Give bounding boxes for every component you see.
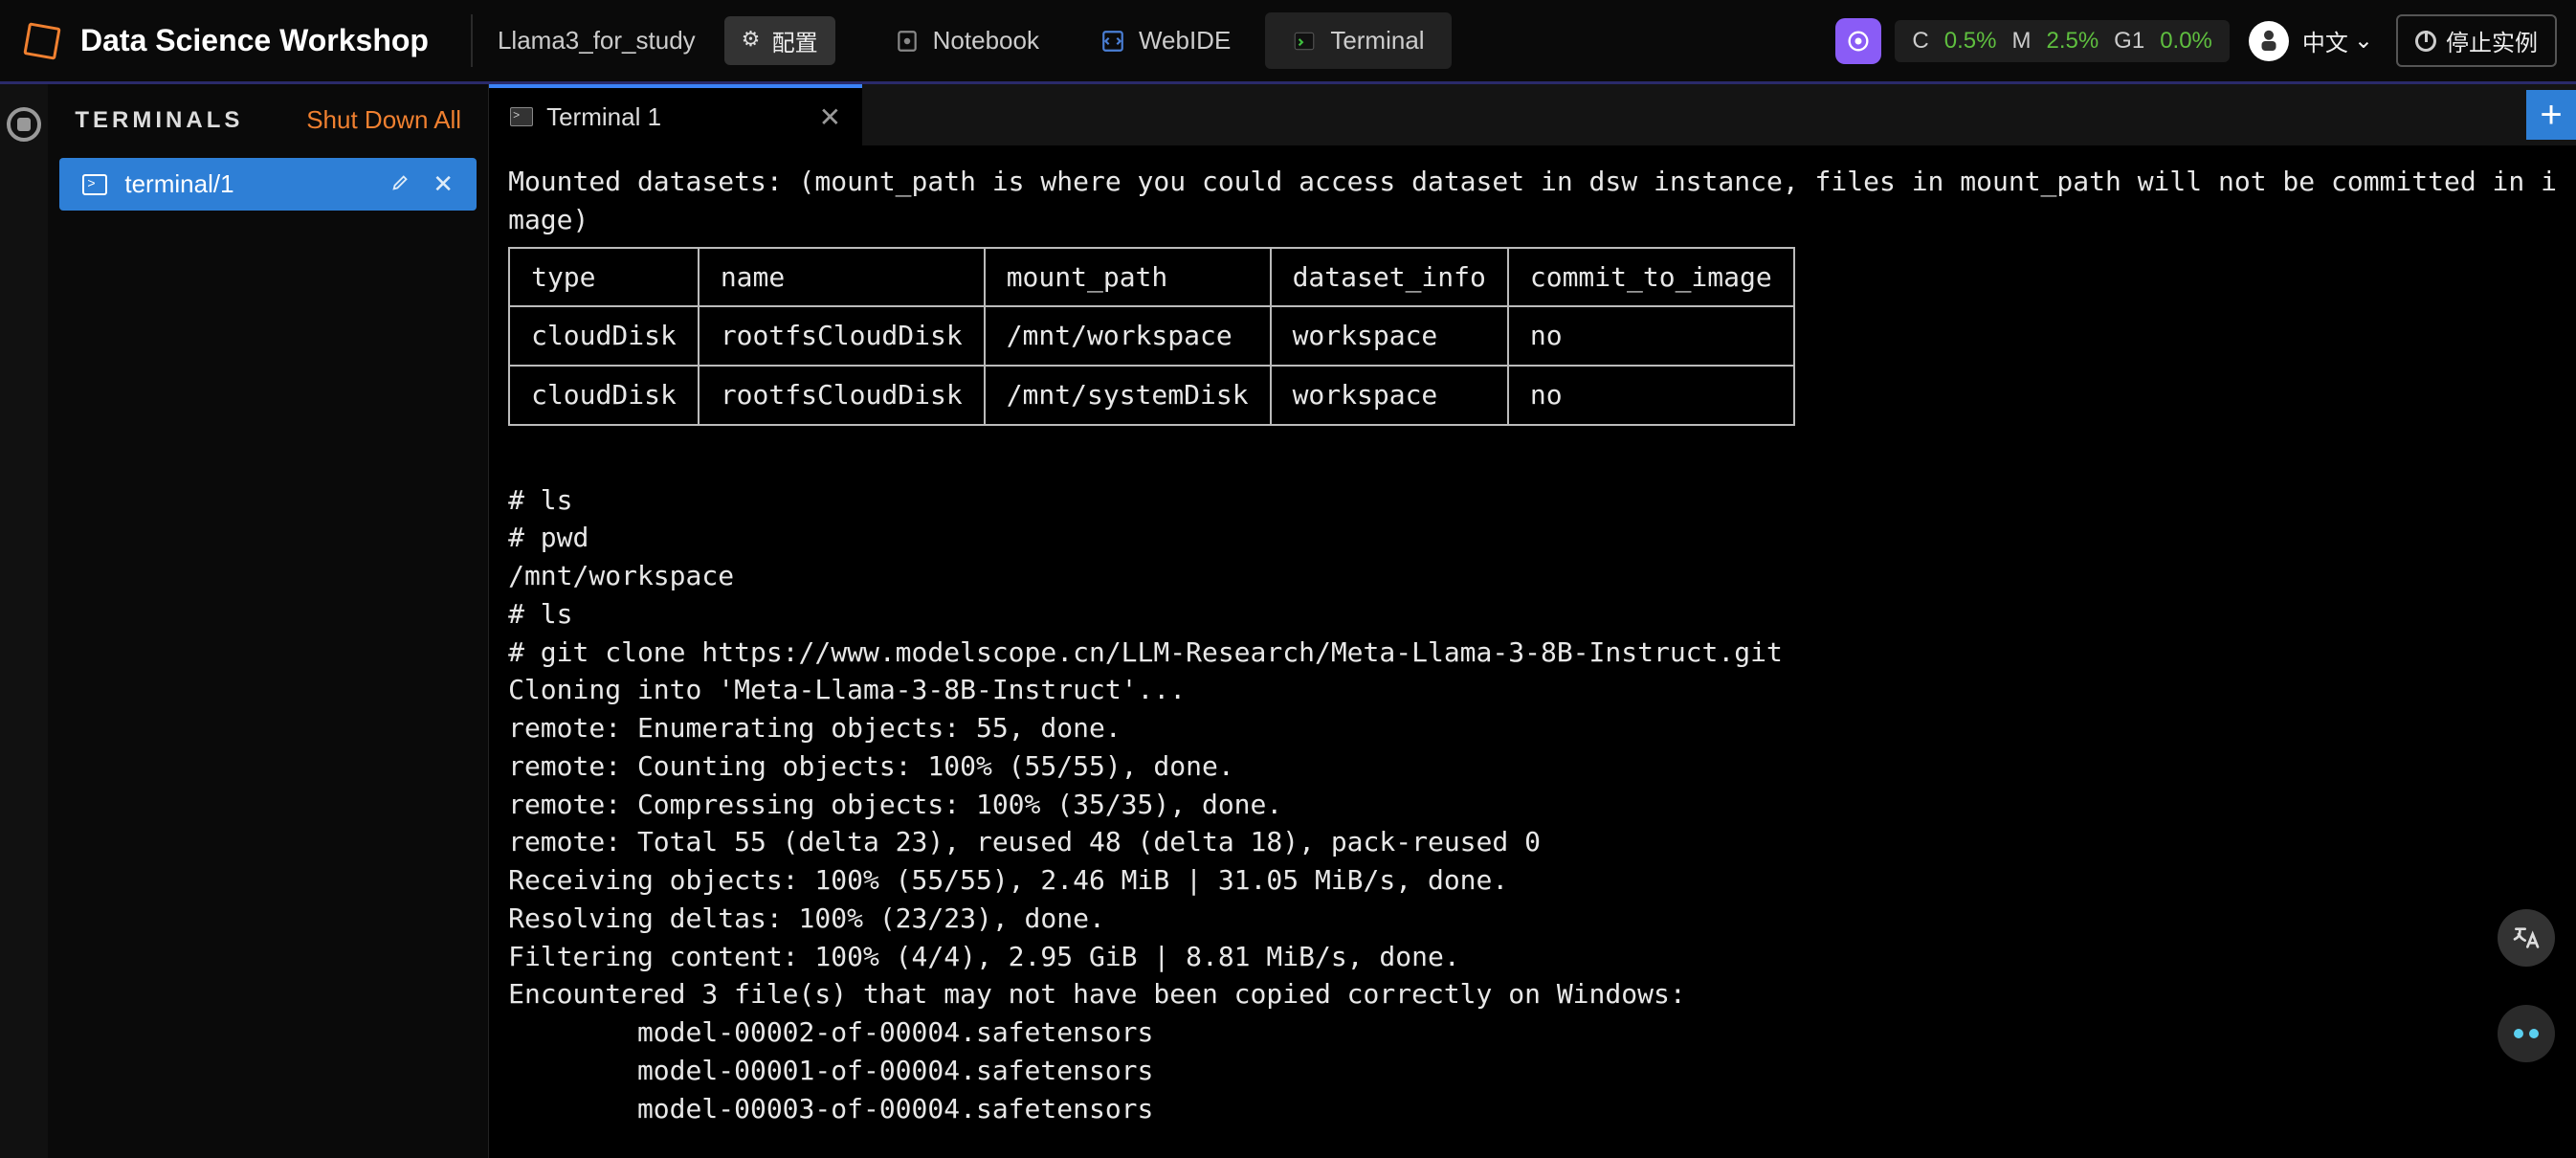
table-cell: workspace bbox=[1271, 306, 1508, 366]
language-label: 中文 bbox=[2302, 24, 2348, 57]
terminal-line: Cloning into 'Meta-Llama-3-8B-Instruct'.… bbox=[508, 671, 2557, 709]
mem-pct: 2.5% bbox=[2046, 28, 2099, 55]
terminal-icon bbox=[510, 107, 533, 126]
terminal-item-label: terminal/1 bbox=[124, 169, 233, 199]
shutdown-all-button[interactable]: Shut Down All bbox=[306, 105, 461, 135]
terminal-line: Encountered 3 file(s) that may not have … bbox=[508, 975, 2557, 1013]
table-cell: cloudDisk bbox=[509, 366, 699, 425]
gpu-pct: 0.0% bbox=[2160, 28, 2212, 55]
project-name[interactable]: Llama3_for_study bbox=[486, 26, 724, 56]
stop-instance-button[interactable]: 停止实例 bbox=[2396, 14, 2557, 67]
rail-running-icon[interactable] bbox=[7, 107, 41, 142]
terminal-line bbox=[508, 443, 2557, 481]
power-icon bbox=[2415, 31, 2436, 52]
tab-label: Notebook bbox=[933, 26, 1039, 56]
app-logo[interactable] bbox=[10, 0, 75, 81]
table-cell: cloudDisk bbox=[509, 306, 699, 366]
user-avatar[interactable] bbox=[2249, 21, 2289, 61]
resource-stats[interactable]: C 0.5% M 2.5% G1 0.0% bbox=[1895, 20, 2229, 62]
table-cell: /mnt/workspace bbox=[985, 306, 1271, 366]
table-cell: /mnt/systemDisk bbox=[985, 366, 1271, 425]
table-cell: no bbox=[1508, 366, 1794, 425]
mem-label: M bbox=[2011, 28, 2031, 55]
config-button[interactable]: 配置 bbox=[724, 16, 835, 65]
datasets-table: typenamemount_pathdataset_infocommit_to_… bbox=[508, 247, 1795, 426]
terminal-line: remote: Compressing objects: 100% (35/35… bbox=[508, 786, 2557, 824]
terminal-line: Filtering content: 100% (4/4), 2.95 GiB … bbox=[508, 938, 2557, 976]
terminal-line: # git clone https://www.modelscope.cn/LL… bbox=[508, 634, 2557, 672]
mounted-datasets-text: Mounted datasets: (mount_path is where y… bbox=[508, 163, 2557, 239]
logo-icon bbox=[23, 22, 60, 59]
terminals-sidebar: TERMINALS Shut Down All terminal/1 ✕ bbox=[48, 84, 489, 1158]
cpu-label: C bbox=[1912, 28, 1928, 55]
table-header-cell: dataset_info bbox=[1271, 248, 1508, 307]
terminal-tab[interactable]: Terminal 1 ✕ bbox=[489, 84, 862, 145]
terminal-line: remote: Total 55 (delta 23), reused 48 (… bbox=[508, 823, 2557, 861]
tab-terminal[interactable]: Terminal bbox=[1265, 12, 1451, 69]
assistant-float-button[interactable] bbox=[2498, 1005, 2555, 1062]
sidebar-terminal-item[interactable]: terminal/1 ✕ bbox=[59, 158, 477, 211]
stop-label: 停止实例 bbox=[2446, 24, 2538, 57]
terminal-line: Receiving objects: 100% (55/55), 2.46 Mi… bbox=[508, 861, 2557, 900]
sidebar-title: TERMINALS bbox=[75, 107, 243, 134]
app-title: Data Science Workshop bbox=[75, 23, 457, 58]
terminal-line: /mnt/workspace bbox=[508, 557, 2557, 595]
assistant-badge[interactable] bbox=[1835, 18, 1881, 64]
terminal-line: remote: Enumerating objects: 55, done. bbox=[508, 709, 2557, 747]
terminal-lines: # ls# pwd/mnt/workspace# ls# git clone h… bbox=[508, 443, 2557, 1158]
tab-webide[interactable]: WebIDE bbox=[1074, 12, 1257, 69]
divider bbox=[471, 14, 473, 67]
table-header-cell: name bbox=[699, 248, 985, 307]
activity-rail bbox=[0, 84, 48, 1158]
cpu-pct: 0.5% bbox=[1944, 28, 1997, 55]
tab-title: Terminal 1 bbox=[546, 102, 661, 132]
terminal-icon bbox=[82, 174, 107, 195]
gpu-label: G1 bbox=[2114, 28, 2144, 55]
editor-tabstrip: Terminal 1 ✕ + bbox=[489, 84, 2576, 145]
terminal-icon bbox=[1292, 29, 1317, 54]
table-cell: rootfsCloudDisk bbox=[699, 366, 985, 425]
table-cell: rootfsCloudDisk bbox=[699, 306, 985, 366]
table-header-cell: type bbox=[509, 248, 699, 307]
config-label: 配置 bbox=[772, 24, 818, 57]
gear-icon bbox=[742, 31, 763, 52]
bot-eyes-icon bbox=[2514, 1029, 2539, 1038]
terminal-line: # ls bbox=[508, 595, 2557, 634]
table-header-cell: commit_to_image bbox=[1508, 248, 1794, 307]
table-header-cell: mount_path bbox=[985, 248, 1271, 307]
chevron-down-icon: ⌄ bbox=[2354, 27, 2373, 55]
translate-button[interactable] bbox=[2498, 909, 2555, 967]
close-icon[interactable]: ✕ bbox=[819, 101, 841, 133]
terminal-line: # pwd bbox=[508, 519, 2557, 557]
table-cell: no bbox=[1508, 306, 1794, 366]
terminal-line: Resolving deltas: 100% (23/23), done. bbox=[508, 900, 2557, 938]
terminal-line: model-00002-of-00004.safetensors bbox=[508, 1013, 2557, 1052]
language-selector[interactable]: 中文 ⌄ bbox=[2302, 24, 2373, 57]
terminal-line bbox=[508, 1127, 2557, 1158]
tab-label: Terminal bbox=[1330, 26, 1424, 56]
edit-icon[interactable] bbox=[390, 169, 411, 199]
tab-notebook[interactable]: Notebook bbox=[868, 12, 1066, 69]
table-row: cloudDiskrootfsCloudDisk/mnt/workspacewo… bbox=[509, 306, 1794, 366]
table-row: cloudDiskrootfsCloudDisk/mnt/systemDiskw… bbox=[509, 366, 1794, 425]
table-cell: workspace bbox=[1271, 366, 1508, 425]
webide-icon bbox=[1100, 29, 1125, 54]
main-area: Terminal 1 ✕ + Mounted datasets: (mount_… bbox=[489, 84, 2576, 1158]
terminal-line: # ls bbox=[508, 481, 2557, 520]
close-icon[interactable]: ✕ bbox=[433, 169, 454, 199]
terminal-output[interactable]: Mounted datasets: (mount_path is where y… bbox=[489, 145, 2576, 1158]
terminal-line: remote: Counting objects: 100% (55/55), … bbox=[508, 747, 2557, 786]
terminal-line: model-00003-of-00004.safetensors bbox=[508, 1090, 2557, 1128]
tab-label: WebIDE bbox=[1139, 26, 1231, 56]
notebook-icon bbox=[895, 29, 920, 54]
add-tab-button[interactable]: + bbox=[2526, 90, 2576, 140]
top-bar: Data Science Workshop Llama3_for_study 配… bbox=[0, 0, 2576, 84]
terminal-line: model-00001-of-00004.safetensors bbox=[508, 1052, 2557, 1090]
